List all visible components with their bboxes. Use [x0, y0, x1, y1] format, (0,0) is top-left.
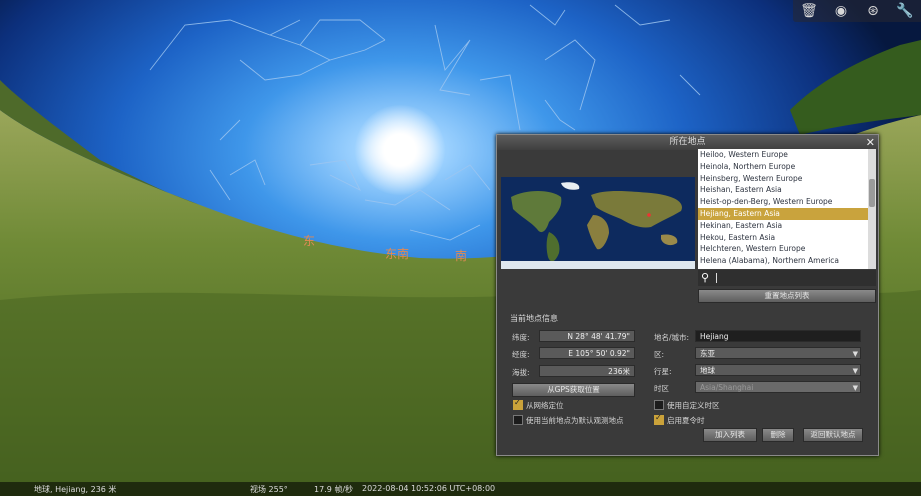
wrench-icon[interactable]: 🔧	[889, 0, 921, 22]
top-toolbar: 🗑 ◉ ⊛ 🔧	[793, 0, 921, 22]
planet-label: 行星:	[654, 367, 672, 376]
search-input[interactable]: ⚲	[698, 270, 876, 286]
trash-icon[interactable]: 🗑	[793, 0, 825, 22]
add-to-list-button[interactable]: 加入列表	[703, 428, 757, 442]
scrollbar-thumb[interactable]	[869, 179, 875, 207]
default-location-label: 使用当前地点为默认观测地点	[526, 416, 624, 425]
network-location-checkbox[interactable]	[513, 398, 523, 410]
list-item[interactable]: Heist-op-den-Berg, Western Europe	[698, 196, 868, 208]
default-location-checkbox[interactable]	[513, 415, 523, 425]
list-scrollbar[interactable]	[868, 149, 876, 269]
dialog-title-text: 所在地点	[669, 137, 706, 147]
latitude-field[interactable]: N 28° 48' 41.79"	[539, 330, 635, 342]
reset-list-button[interactable]: 重置地点列表	[698, 289, 876, 303]
list-item[interactable]: Helchteren, Western Europe	[698, 243, 868, 255]
longitude-label: 经度:	[512, 350, 530, 359]
timezone-select[interactable]: Asia/Shanghai ▼	[695, 381, 861, 393]
location-dialog: 所在地点 ✕ Heiloo, Western Europe Heinola, N…	[496, 134, 879, 456]
chevron-down-icon: ▼	[852, 384, 858, 392]
region-select[interactable]: 东亚 ▼	[695, 347, 861, 359]
world-map-image	[501, 177, 695, 269]
list-item[interactable]: Heishan, Eastern Asia	[698, 184, 868, 196]
status-location: 地球, Hejiang, 236 米	[34, 485, 117, 494]
planet-value: 地球	[700, 366, 715, 375]
list-item-selected[interactable]: Hejiang, Eastern Asia	[698, 207, 868, 220]
status-fps: 17.9 帧/秒	[314, 485, 354, 494]
world-map[interactable]	[501, 177, 695, 269]
altitude-field[interactable]: 236米	[539, 365, 635, 377]
list-item[interactable]: Helena (Alabama), Northern America	[698, 255, 868, 267]
text-cursor	[716, 273, 717, 283]
cardinal-southeast: 东南	[385, 247, 410, 261]
delete-button[interactable]: 删除	[762, 428, 794, 442]
status-datetime: 2022-08-04 10:52:06 UTC+08:00	[362, 484, 496, 493]
list-item[interactable]: Heinola, Northern Europe	[698, 161, 868, 173]
longitude-field[interactable]: E 105° 50' 0.92"	[539, 347, 635, 359]
dst-checkbox[interactable]	[654, 413, 664, 425]
timezone-value: Asia/Shanghai	[700, 383, 754, 392]
planet-select[interactable]: 地球 ▼	[695, 364, 861, 376]
stop-icon[interactable]: ◉	[825, 0, 857, 22]
target-icon[interactable]: ⊛	[857, 0, 889, 22]
network-location-label: 从网络定位	[526, 401, 564, 410]
list-item[interactable]: Hekou, Eastern Asia	[698, 232, 868, 244]
custom-timezone-checkbox[interactable]	[654, 400, 664, 410]
custom-timezone-label: 使用自定义时区	[667, 401, 720, 410]
latitude-label: 纬度:	[512, 333, 530, 342]
chevron-down-icon: ▼	[852, 350, 858, 358]
list-item[interactable]: Hekinan, Eastern Asia	[698, 220, 868, 232]
location-list[interactable]: Heiloo, Western Europe Heinola, Northern…	[698, 149, 868, 269]
gps-button[interactable]: 从GPS获取位置	[512, 383, 635, 397]
name-field[interactable]: Hejiang	[695, 330, 861, 342]
status-fov: 视场 255°	[250, 485, 288, 494]
timezone-label: 时区	[654, 384, 669, 393]
dialog-title: 所在地点 ✕	[497, 135, 878, 150]
cardinal-east: 东	[303, 234, 316, 248]
section-title: 当前地点信息	[510, 314, 558, 323]
region-label: 区:	[654, 350, 665, 359]
list-item[interactable]: Heinsberg, Western Europe	[698, 173, 868, 185]
altitude-label: 海拔:	[512, 368, 530, 377]
close-icon[interactable]: ✕	[866, 135, 875, 150]
dst-label: 启用夏令时	[667, 416, 705, 425]
list-item[interactable]: Heiloo, Western Europe	[698, 149, 868, 161]
return-default-button[interactable]: 返回默认地点	[803, 428, 863, 442]
region-value: 东亚	[700, 349, 715, 358]
cardinal-south: 南	[455, 249, 468, 263]
name-label: 地名/城市:	[654, 333, 690, 342]
status-bar: 地球, Hejiang, 236 米 视场 255° 17.9 帧/秒 2022…	[0, 482, 921, 496]
chevron-down-icon: ▼	[852, 367, 858, 375]
search-icon: ⚲	[701, 271, 710, 284]
